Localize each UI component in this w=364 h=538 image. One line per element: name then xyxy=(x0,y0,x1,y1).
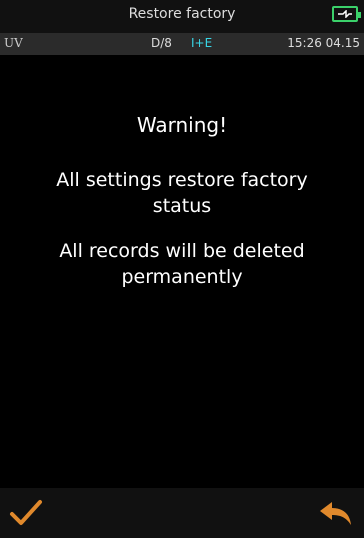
confirm-button[interactable] xyxy=(8,498,44,528)
warning-heading: Warning! xyxy=(136,113,228,137)
back-arrow-icon xyxy=(320,502,351,525)
battery-charging-icon xyxy=(332,6,361,22)
records-message: All records will be deleted permanently xyxy=(59,240,305,288)
status-bar: UV D/8 I+E 15:26 04.15 xyxy=(0,33,364,55)
bottom-bar xyxy=(0,488,364,538)
warning-panel: Warning! All settings restore factory st… xyxy=(0,55,364,488)
settings-message: All settings restore factory status xyxy=(56,169,308,217)
light-source-label: UV xyxy=(4,36,23,50)
title-bar: Restore factory xyxy=(0,0,364,34)
checkmark-icon xyxy=(10,500,42,525)
mode-label: I+E xyxy=(191,36,213,50)
geometry-label: D/8 xyxy=(151,36,172,50)
datetime-label: 15:26 04.15 xyxy=(287,36,360,50)
back-button[interactable] xyxy=(318,498,354,528)
page-title: Restore factory xyxy=(128,6,236,22)
